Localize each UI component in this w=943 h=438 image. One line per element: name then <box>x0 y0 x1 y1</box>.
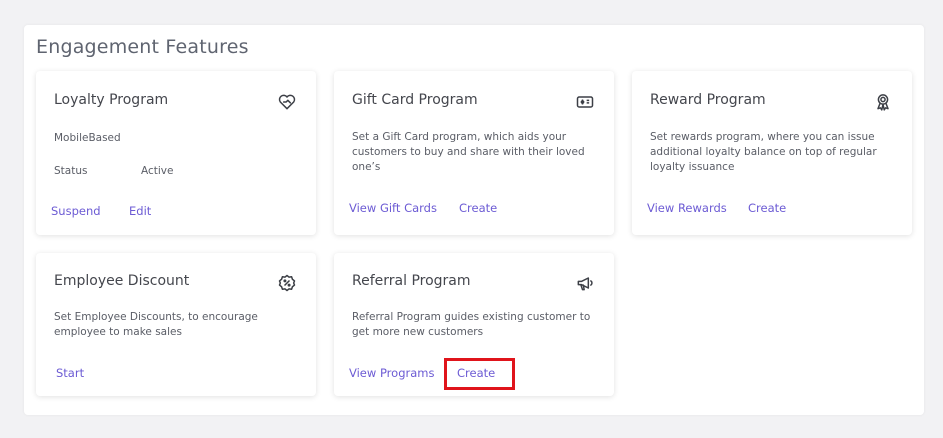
discount-badge-icon <box>276 272 298 294</box>
gift-card-program-card: Gift Card Program Set a Gift Card progra… <box>334 71 614 235</box>
employee-discount-card: Employee Discount Set Employee Discounts… <box>36 253 316 396</box>
megaphone-icon <box>574 272 596 294</box>
edit-link[interactable]: Edit <box>129 204 151 218</box>
card-title: Gift Card Program <box>352 92 478 108</box>
card-title: Referral Program <box>352 273 471 289</box>
create-reward-link[interactable]: Create <box>748 201 786 215</box>
referral-program-card: Referral Program Referral Program guides… <box>334 253 614 396</box>
suspend-link[interactable]: Suspend <box>51 204 101 218</box>
heart-hand-icon <box>276 91 298 113</box>
gift-card-icon <box>574 91 596 113</box>
create-referral-link[interactable]: Create <box>457 366 495 380</box>
view-rewards-link[interactable]: View Rewards <box>647 201 727 215</box>
view-gift-cards-link[interactable]: View Gift Cards <box>349 201 437 215</box>
create-gift-card-link[interactable]: Create <box>459 201 497 215</box>
card-description: Referral Program guides existing custome… <box>352 311 591 338</box>
award-badge-icon <box>872 91 894 113</box>
card-title: Reward Program <box>650 92 766 108</box>
status-label: Status <box>54 165 88 177</box>
card-description: Set rewards program, where you can issue… <box>650 131 877 173</box>
card-description: Set Employee Discounts, to encourage emp… <box>54 311 258 338</box>
loyalty-program-card: Loyalty Program MobileBased Status Activ… <box>36 71 316 235</box>
view-programs-link[interactable]: View Programs <box>349 366 434 380</box>
status-value: Active <box>141 165 174 177</box>
reward-program-card: Reward Program Set rewards program, wher… <box>632 71 912 235</box>
loyalty-type: MobileBased <box>54 132 121 144</box>
start-link[interactable]: Start <box>56 366 84 380</box>
card-description: Set a Gift Card program, which aids your… <box>352 131 585 173</box>
section-title: Engagement Features <box>36 36 249 58</box>
card-title: Employee Discount <box>54 273 190 289</box>
card-title: Loyalty Program <box>54 92 169 108</box>
